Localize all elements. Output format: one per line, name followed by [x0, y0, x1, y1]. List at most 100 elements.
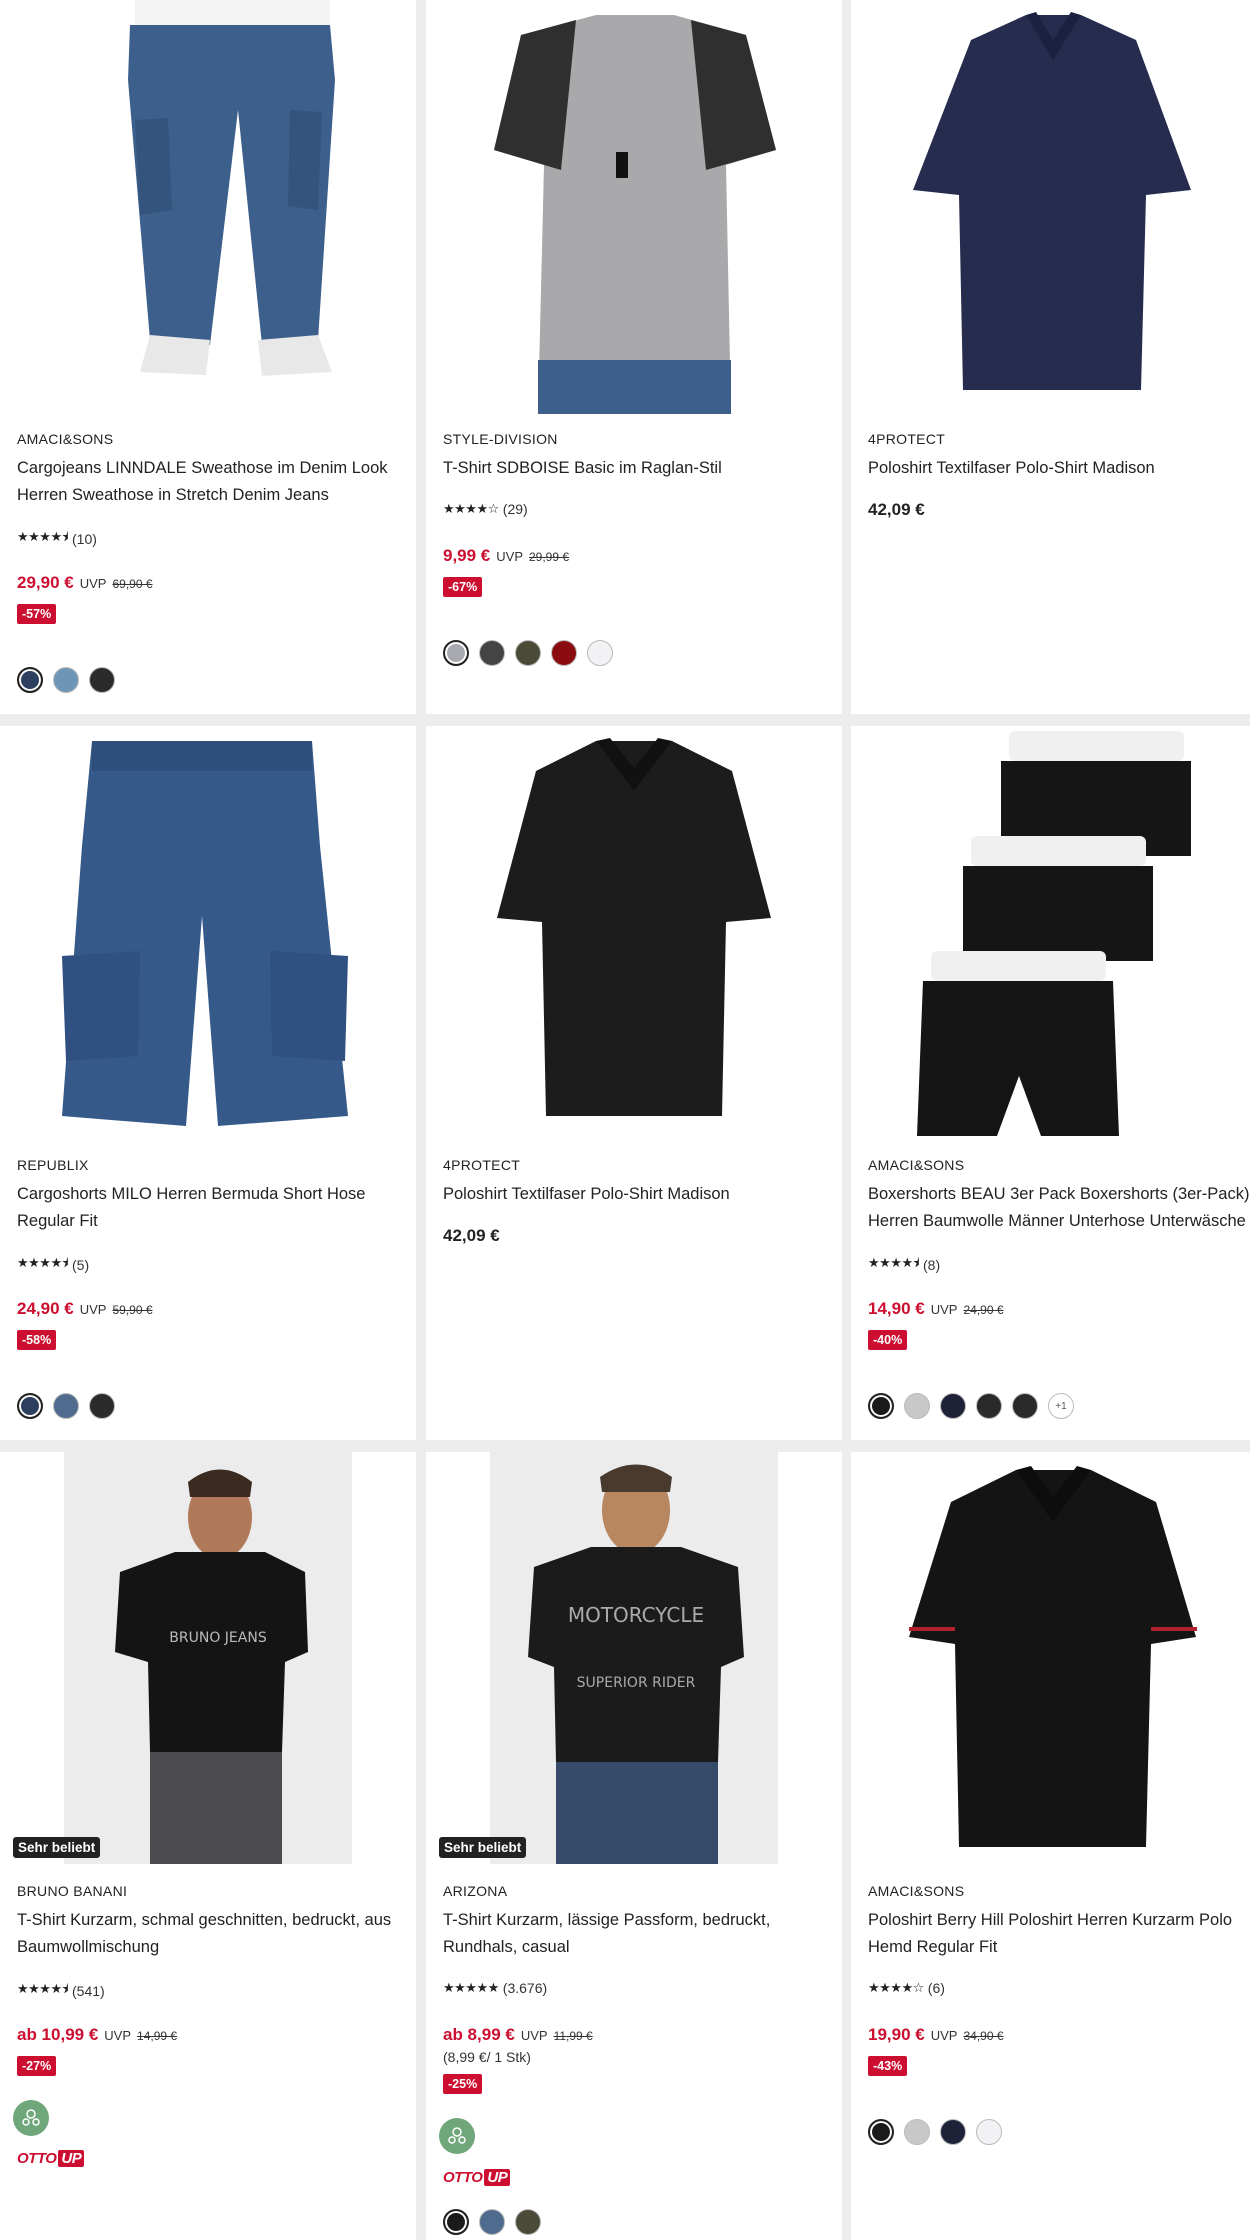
product-card[interactable]: AMACI&SONS Boxershorts BEAU 3er Pack Box… — [851, 726, 1250, 1440]
product-title[interactable]: Cargojeans LINNDALE Sweathose im Denim L… — [17, 455, 407, 509]
color-swatch[interactable] — [479, 2209, 505, 2235]
product-brand: STYLE-DIVISION — [443, 431, 558, 447]
color-swatches: +1 — [868, 1393, 1074, 1419]
product-image[interactable] — [0, 0, 416, 414]
product-grid: AMACI&SONS Cargojeans LINNDALE Sweathose… — [0, 0, 1250, 2240]
rating-stars: ★★★★⯨ — [17, 1981, 69, 1996]
color-swatch[interactable] — [53, 667, 79, 693]
product-image[interactable]: BRUNO JEANS — [0, 1452, 416, 1866]
color-swatch[interactable] — [53, 1393, 79, 1419]
uvp-label: UVP — [79, 1302, 107, 1317]
product-rating: ★★★★☆ (29) — [443, 501, 528, 517]
color-swatch[interactable] — [89, 667, 115, 693]
rating-count: (10) — [72, 531, 97, 547]
product-card[interactable]: 4PROTECT Poloshirt Textilfaser Polo-Shir… — [851, 0, 1250, 714]
product-brand: 4PROTECT — [868, 431, 946, 447]
uvp-label: UVP — [930, 1302, 958, 1317]
color-swatches — [17, 1393, 115, 1419]
product-image[interactable] — [851, 0, 1250, 414]
product-image[interactable] — [0, 726, 416, 1140]
product-price: 19,90 € — [868, 2025, 925, 2044]
price-line: 24,90 € UVP 59,90 € — [17, 1299, 153, 1319]
rating-stars: ★★★★☆ — [868, 1980, 924, 1995]
uvp-price: 11,99 € — [553, 2029, 593, 2043]
color-swatch[interactable] — [551, 640, 577, 666]
svg-text:BRUNO JEANS: BRUNO JEANS — [169, 1630, 267, 1646]
popular-badge: Sehr beliebt — [439, 1837, 527, 1858]
color-swatch[interactable] — [1012, 1393, 1038, 1419]
uvp-price: 29,99 € — [529, 550, 570, 564]
color-swatch[interactable] — [89, 1393, 115, 1419]
product-title[interactable]: T-Shirt SDBOISE Basic im Raglan-Stil — [443, 455, 833, 482]
price-line: ab 8,99 € UVP 11,99 € — [443, 2025, 593, 2045]
product-title[interactable]: Poloshirt Berry Hill Poloshirt Herren Ku… — [868, 1907, 1250, 1961]
color-swatch[interactable] — [443, 2209, 469, 2235]
product-title[interactable]: Boxershorts BEAU 3er Pack Boxershorts (3… — [868, 1181, 1250, 1235]
discount-badge: -67% — [443, 577, 483, 597]
product-rating: ★★★★⯨ (8) — [868, 1254, 940, 1276]
uvp-label: UVP — [79, 576, 107, 591]
product-image[interactable] — [851, 726, 1250, 1140]
rating-stars: ★★★★⯨ — [17, 1255, 69, 1270]
uvp-price: 24,90 € — [963, 1303, 1004, 1317]
product-brand: 4PROTECT — [443, 1157, 521, 1173]
product-image[interactable] — [851, 1452, 1250, 1866]
rating-count: (5) — [72, 1257, 90, 1273]
product-rating: ★★★★★ (3.676) — [443, 1980, 547, 1996]
uvp-label: UVP — [104, 2028, 132, 2043]
product-card[interactable]: 4PROTECT Poloshirt Textilfaser Polo-Shir… — [426, 726, 842, 1440]
more-colors-button[interactable]: +1 — [1048, 1393, 1074, 1419]
product-card[interactable]: MOTORCYCLE SUPERIOR RIDER Sehr beliebt A… — [426, 1452, 842, 2240]
product-brand: REPUBLIX — [17, 1157, 89, 1173]
product-card[interactable]: BRUNO JEANS Sehr beliebt BRUNO BANANI T-… — [0, 1452, 416, 2240]
color-swatch[interactable] — [868, 2119, 894, 2145]
product-title[interactable]: Poloshirt Textilfaser Polo-Shirt Madison — [868, 455, 1250, 482]
product-card[interactable]: REPUBLIX Cargoshorts MILO Herren Bermuda… — [0, 726, 416, 1440]
uvp-label: UVP — [496, 549, 523, 564]
color-swatch[interactable] — [479, 640, 505, 666]
rating-count: (29) — [502, 501, 528, 517]
color-swatch[interactable] — [515, 640, 541, 666]
color-swatch[interactable] — [976, 2119, 1002, 2145]
color-swatch[interactable] — [17, 667, 43, 693]
color-swatch[interactable] — [904, 2119, 930, 2145]
product-image[interactable]: MOTORCYCLE SUPERIOR RIDER — [426, 1452, 842, 1866]
product-price: 14,90 € — [868, 1299, 925, 1318]
color-swatch[interactable] — [868, 1393, 894, 1419]
rating-count: (6) — [927, 1980, 945, 1996]
price-line: 14,90 € UVP 24,90 € — [868, 1299, 1004, 1319]
color-swatch[interactable] — [443, 640, 469, 666]
product-image[interactable] — [426, 0, 842, 414]
product-brand: AMACI&SONS — [17, 431, 114, 447]
product-brand: BRUNO BANANI — [17, 1883, 128, 1899]
product-title[interactable]: T-Shirt Kurzarm, lässige Passform, bedru… — [443, 1907, 833, 1961]
color-swatch[interactable] — [940, 1393, 966, 1419]
product-card[interactable]: AMACI&SONS Cargojeans LINNDALE Sweathose… — [0, 0, 416, 714]
product-price: ab 8,99 € — [443, 2025, 515, 2044]
uvp-price: 14,99 € — [137, 2029, 178, 2043]
otto-up-text: OTTO — [443, 2169, 483, 2186]
color-swatch[interactable] — [515, 2209, 541, 2235]
sustainability-icon — [439, 2118, 475, 2154]
otto-up-tag: UP — [484, 2169, 511, 2186]
otto-up-tag: UP — [58, 2150, 85, 2167]
color-swatch[interactable] — [904, 1393, 930, 1419]
product-title[interactable]: Cargoshorts MILO Herren Bermuda Short Ho… — [17, 1181, 407, 1235]
color-swatch[interactable] — [587, 640, 613, 666]
product-image[interactable] — [426, 726, 842, 1140]
price-line: 29,90 € UVP 69,90 € — [17, 573, 153, 593]
rating-count: (3.676) — [502, 1980, 548, 1996]
color-swatch[interactable] — [17, 1393, 43, 1419]
color-swatch[interactable] — [940, 2119, 966, 2145]
product-card[interactable]: AMACI&SONS Poloshirt Berry Hill Poloshir… — [851, 1452, 1250, 2240]
uvp-label: UVP — [520, 2028, 548, 2043]
product-title[interactable]: Poloshirt Textilfaser Polo-Shirt Madison — [443, 1181, 833, 1208]
color-swatch[interactable] — [976, 1393, 1002, 1419]
otto-up-logo: OTTO UP — [17, 2150, 85, 2167]
product-rating: ★★★★⯨ (10) — [17, 528, 97, 550]
rating-count: (541) — [72, 1983, 105, 1999]
product-card[interactable]: STYLE-DIVISION T-Shirt SDBOISE Basic im … — [426, 0, 842, 714]
product-title[interactable]: T-Shirt Kurzarm, schmal geschnitten, bed… — [17, 1907, 407, 1961]
otto-up-logo: OTTO UP — [443, 2169, 511, 2186]
product-brand: AMACI&SONS — [868, 1883, 965, 1899]
